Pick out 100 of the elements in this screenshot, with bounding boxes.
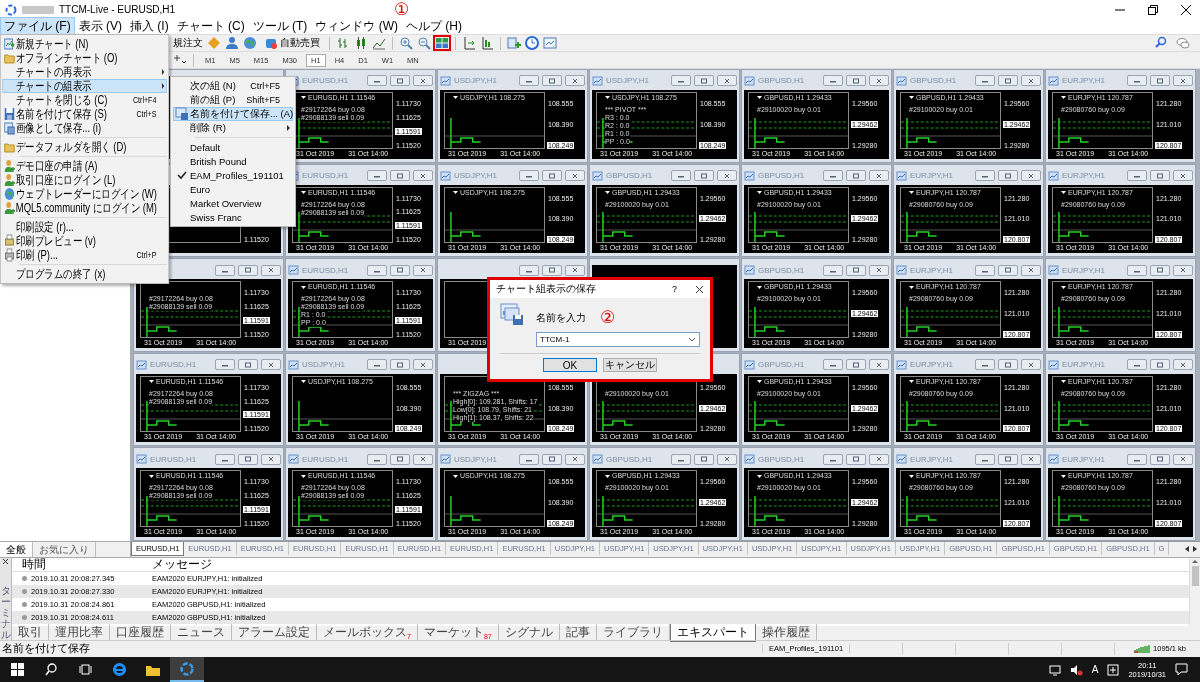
- add-indicator-icon[interactable]: [507, 36, 521, 51]
- minimize-button[interactable]: [215, 264, 235, 276]
- maximize-button[interactable]: [998, 170, 1018, 182]
- menu-item[interactable]: プログラムの終了 (x): [2, 267, 167, 281]
- minimize-icon[interactable]: [1133, 78, 1141, 84]
- close-button[interactable]: [1021, 75, 1041, 87]
- close-button[interactable]: [413, 453, 433, 465]
- maximize-icon[interactable]: [852, 77, 860, 84]
- maximize-icon[interactable]: [1156, 77, 1164, 84]
- task-view-icon[interactable]: [78, 663, 92, 676]
- maximize-button[interactable]: [238, 359, 258, 371]
- close-button[interactable]: [1173, 264, 1193, 276]
- minimize-icon[interactable]: [373, 173, 381, 179]
- minimize-button[interactable]: [1127, 170, 1147, 182]
- terminal-tab[interactable]: シグナル: [498, 624, 560, 641]
- minimize-button[interactable]: [975, 264, 995, 276]
- scroll-left-icon[interactable]: [1184, 544, 1190, 553]
- close-button[interactable]: [1021, 359, 1041, 371]
- maximize-icon[interactable]: [852, 456, 860, 463]
- minimize-button[interactable]: [367, 359, 387, 371]
- maximize-icon[interactable]: [548, 77, 556, 84]
- terminal-tab[interactable]: 運用比率: [49, 624, 110, 641]
- menu-item[interactable]: British Pound: [173, 154, 293, 168]
- menu-item[interactable]: MQL5.community にログイン (M): [2, 201, 167, 215]
- close-button[interactable]: [1021, 170, 1041, 182]
- maximize-icon[interactable]: [1156, 267, 1164, 274]
- minimize-button[interactable]: [519, 170, 539, 182]
- maximize-button[interactable]: [998, 75, 1018, 87]
- minimize-button[interactable]: [367, 75, 387, 87]
- network-icon[interactable]: [1048, 663, 1061, 676]
- close-icon[interactable]: [1181, 4, 1191, 15]
- close-button[interactable]: [565, 75, 585, 87]
- profile-name-combobox[interactable]: TTCM-1: [536, 332, 700, 347]
- menu-item[interactable]: 印刷設定 (r)...: [2, 220, 167, 234]
- maximize-icon[interactable]: [244, 456, 252, 463]
- close-button[interactable]: [869, 75, 889, 87]
- close-icon[interactable]: [695, 284, 704, 294]
- maximize-icon[interactable]: [396, 456, 404, 463]
- menu-item[interactable]: チャートの再表示: [2, 65, 167, 79]
- minimize-button[interactable]: [1127, 453, 1147, 465]
- terminal-tab[interactable]: 口座履歴: [110, 624, 171, 641]
- maximize-button[interactable]: [998, 359, 1018, 371]
- app-taskbar-button[interactable]: [170, 657, 204, 682]
- action-center-icon[interactable]: [1175, 663, 1188, 676]
- restore-icon[interactable]: [1148, 4, 1158, 15]
- close-button[interactable]: [413, 75, 433, 87]
- maximize-icon[interactable]: [396, 172, 404, 179]
- minimize-button[interactable]: [519, 75, 539, 87]
- chat-icon[interactable]: [1176, 36, 1190, 51]
- menu-item[interactable]: Swiss Franc: [173, 210, 293, 224]
- tile-windows-button[interactable]: [435, 37, 449, 50]
- maximize-icon[interactable]: [1004, 361, 1012, 368]
- close-button[interactable]: [869, 453, 889, 465]
- scrollbar-thumb[interactable]: [1191, 565, 1199, 586]
- menu-item[interactable]: Default: [173, 140, 293, 154]
- maximize-button[interactable]: [1150, 359, 1170, 371]
- maximize-icon[interactable]: [396, 267, 404, 274]
- windows-logo-icon[interactable]: [10, 663, 24, 676]
- maximize-button[interactable]: [846, 453, 866, 465]
- ime-indicator[interactable]: A: [1091, 664, 1099, 675]
- minimize-icon[interactable]: [525, 173, 533, 179]
- maximize-button[interactable]: [846, 75, 866, 87]
- cancel-button[interactable]: キャンセル: [603, 358, 657, 372]
- maximize-icon[interactable]: [1004, 77, 1012, 84]
- minimize-icon[interactable]: [677, 173, 685, 179]
- minimize-icon[interactable]: [1133, 173, 1141, 179]
- maximize-button[interactable]: [694, 170, 714, 182]
- minimize-button[interactable]: [823, 75, 843, 87]
- menu-item[interactable]: 次の組 (N) Ctrl+F5: [173, 79, 293, 93]
- scroll-right-icon[interactable]: [1192, 544, 1198, 553]
- menu-bar-item[interactable]: ツール (T): [248, 17, 312, 37]
- terminal-tab[interactable]: ニュース: [171, 624, 232, 641]
- minimize-button[interactable]: [1127, 359, 1147, 371]
- terminal-tab[interactable]: アラーム設定: [232, 624, 317, 641]
- maximize-icon[interactable]: [1004, 267, 1012, 274]
- auto-trading-button[interactable]: 自動売買: [261, 35, 323, 52]
- notification-app-icon[interactable]: [1107, 663, 1120, 676]
- close-button[interactable]: [869, 170, 889, 182]
- menu-item[interactable]: 名前を付けて保存 (S) Ctrl+S: [2, 107, 167, 121]
- close-button[interactable]: [717, 453, 737, 465]
- browser-icon[interactable]: [111, 662, 127, 677]
- panel-tab[interactable]: 全般: [0, 541, 33, 557]
- maximize-icon[interactable]: [548, 456, 556, 463]
- terminal-tab[interactable]: 記事: [559, 624, 597, 641]
- close-button[interactable]: [1173, 453, 1193, 465]
- new-order-label[interactable]: 規注文: [173, 36, 203, 51]
- maximize-icon[interactable]: [700, 77, 708, 84]
- close-button[interactable]: [565, 453, 585, 465]
- close-button[interactable]: [717, 75, 737, 87]
- minimize-button[interactable]: [215, 359, 235, 371]
- maximize-button[interactable]: [390, 453, 410, 465]
- user-icon[interactable]: [225, 36, 239, 51]
- maximize-icon[interactable]: [396, 77, 404, 84]
- menu-bar-item[interactable]: 表示 (V): [74, 17, 126, 37]
- clock-icon[interactable]: [525, 36, 539, 51]
- minimize-button[interactable]: [823, 170, 843, 182]
- close-button[interactable]: [565, 264, 585, 276]
- maximize-icon[interactable]: [852, 361, 860, 368]
- menu-item[interactable]: 削除 (R): [173, 121, 293, 135]
- terminal-tab[interactable]: 取引: [12, 624, 49, 641]
